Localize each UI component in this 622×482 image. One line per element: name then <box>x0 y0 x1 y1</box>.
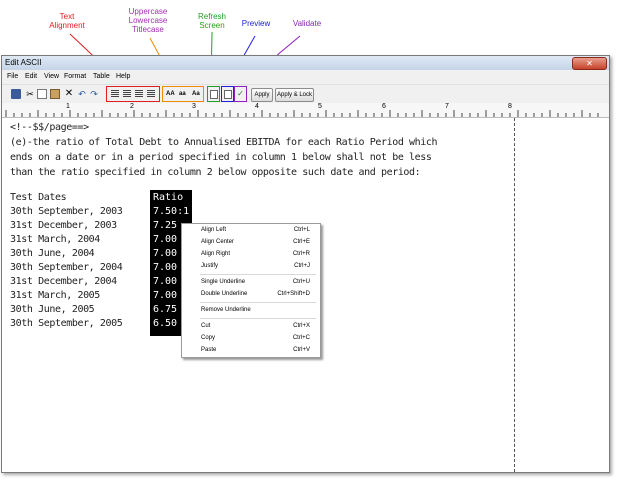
ruler-number: 1 <box>66 103 70 110</box>
menu-item-remove-underline[interactable]: Remove Underline <box>182 305 320 316</box>
menu-item-justify[interactable]: Justify Ctrl+J <box>182 261 320 272</box>
apply-lock-button[interactable]: Apply & Lock <box>275 88 314 102</box>
save-icon[interactable] <box>11 89 21 99</box>
menu-item-paste[interactable]: Paste Ctrl+V <box>182 345 320 356</box>
menu-item-single-underline[interactable]: Single Underline Ctrl+U <box>182 277 320 288</box>
ratio-value: 6.75 <box>150 304 178 315</box>
scissors-icon[interactable]: ✂ <box>25 89 35 99</box>
refresh-screen-button[interactable] <box>207 86 220 102</box>
redo-icon[interactable]: ↷ <box>89 89 99 99</box>
ratio-value: 6.50 <box>150 318 178 329</box>
ratio-value: 7.50:1 <box>150 206 190 217</box>
editor-line: 31st March, 2005 <box>10 290 100 301</box>
editor-line: 30th September, 2003 <box>10 206 123 217</box>
ruler-number: 2 <box>130 103 134 110</box>
menu-item-align-center[interactable]: Align Center Ctrl+E <box>182 237 320 248</box>
copy-icon[interactable] <box>37 89 47 99</box>
menu-table[interactable]: Table <box>93 73 110 80</box>
ratio-value: 7.00 <box>150 262 178 273</box>
menu-file[interactable]: File <box>7 73 18 80</box>
menu-item-cut[interactable]: Cut Ctrl+X <box>182 321 320 332</box>
editor-line: (e)-the ratio of Total Debt to Annualise… <box>10 137 438 148</box>
alignment-group <box>106 86 160 102</box>
uppercase-button[interactable]: AA <box>166 91 175 97</box>
right-margin-line <box>514 118 515 472</box>
context-menu: Align Left Ctrl+L Align Center Ctrl+E Alig… <box>181 223 321 358</box>
menu-separator <box>200 302 316 303</box>
ruler: 1 2 3 4 5 6 7 8 <box>2 103 609 118</box>
ratio-value: 7.00 <box>150 276 178 287</box>
menu-format[interactable]: Format <box>64 73 86 80</box>
editor-line: 31st December, 2004 <box>10 276 117 287</box>
delete-icon[interactable]: ✕ <box>64 89 74 99</box>
editor-line: <!--$$/page==> <box>10 122 89 133</box>
ratio-value: 7.25 <box>150 220 178 231</box>
checkmark-icon: ✓ <box>237 89 244 98</box>
window-title: Edit ASCII <box>5 58 42 67</box>
lowercase-button[interactable]: aa <box>179 91 186 97</box>
ratio-value: 7.00 <box>150 234 178 245</box>
menu-item-align-right[interactable]: Align Right Ctrl+R <box>182 249 320 260</box>
ruler-ticks <box>5 110 599 117</box>
toolbar: ✂ ✕ ↶ ↷ AA aa Aa ✓ Apply Apply & Lock <box>2 84 609 104</box>
menu-separator <box>200 318 316 319</box>
editor-line: ends on a date or in a period specified … <box>10 152 432 163</box>
validate-button[interactable]: ✓ <box>234 86 247 102</box>
refresh-icon <box>210 90 218 99</box>
ratio-value: 7.00 <box>150 248 178 259</box>
preview-icon <box>224 90 232 99</box>
editor-line: 30th June, 2005 <box>10 304 95 315</box>
undo-icon[interactable]: ↶ <box>77 89 87 99</box>
menu-help[interactable]: Help <box>116 73 130 80</box>
menu-bar: File Edit View Format Table Help <box>2 71 609 83</box>
apply-button[interactable]: Apply <box>251 88 273 102</box>
paste-icon[interactable] <box>50 89 60 99</box>
ruler-number: 8 <box>508 103 512 110</box>
menu-edit[interactable]: Edit <box>25 73 37 80</box>
align-left-icon[interactable] <box>111 90 119 98</box>
ruler-number: 4 <box>255 103 259 110</box>
ruler-number: 6 <box>382 103 386 110</box>
title-bar: Edit ASCII ✕ <box>2 56 609 70</box>
menu-item-copy[interactable]: Copy Ctrl+C <box>182 333 320 344</box>
menu-item-double-underline[interactable]: Double Underline Ctrl+Shift+D <box>182 289 320 300</box>
ratio-value: 7.00 <box>150 290 178 301</box>
editor-line: 30th September, 2004 <box>10 262 123 273</box>
editor-line: Test Dates <box>10 192 67 203</box>
menu-view[interactable]: View <box>44 73 59 80</box>
titlecase-button[interactable]: Aa <box>192 91 200 97</box>
editor-line: 30th June, 2004 <box>10 248 95 259</box>
editor-line: 31st December, 2003 <box>10 220 117 231</box>
align-center-icon[interactable] <box>123 90 131 98</box>
ratio-header: Ratio <box>150 192 184 203</box>
justify-icon[interactable] <box>147 90 155 98</box>
editor-line: 31st March, 2004 <box>10 234 100 245</box>
menu-separator <box>200 274 316 275</box>
align-right-icon[interactable] <box>135 90 143 98</box>
ruler-number: 5 <box>318 103 322 110</box>
menu-item-align-left[interactable]: Align Left Ctrl+L <box>182 225 320 236</box>
case-group: AA aa Aa <box>162 86 204 102</box>
ruler-number: 7 <box>445 103 449 110</box>
editor-line: than the ratio specified in column 2 bel… <box>10 167 421 178</box>
editor-line: 30th September, 2005 <box>10 318 123 329</box>
close-button[interactable]: ✕ <box>572 57 607 70</box>
preview-button[interactable] <box>221 86 234 102</box>
ruler-number: 3 <box>192 103 196 110</box>
